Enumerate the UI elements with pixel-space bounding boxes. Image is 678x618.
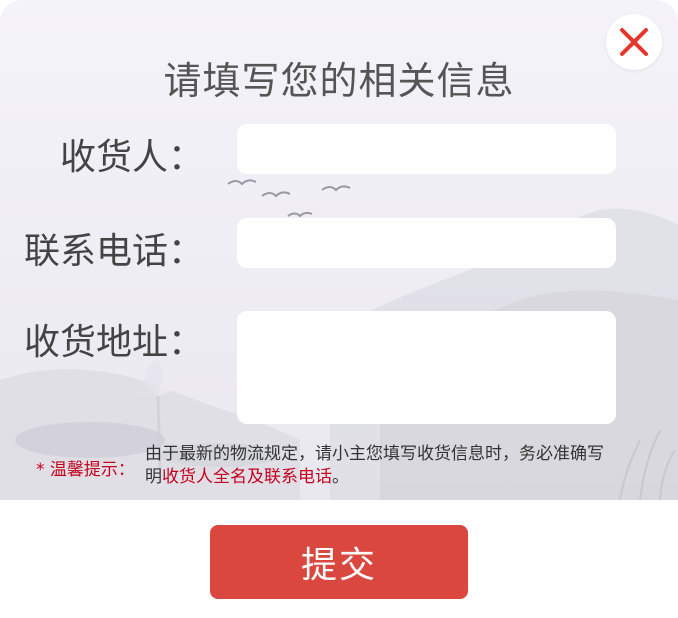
tip-text-highlight: 收货人全名及联系电话 — [162, 467, 332, 487]
tip-text-end: 。 — [332, 467, 349, 487]
address-label: 收货地址： — [23, 322, 204, 363]
address-input[interactable] — [237, 311, 616, 424]
dialog-title: 请填写您的相关信息 — [163, 59, 515, 103]
phone-label: 联系电话： — [23, 231, 204, 272]
tip-text: 由于最新的物流规定，请小主您填写收货信息时，务必准确写明收货人全名及联系电话。 — [145, 443, 615, 489]
form-dialog: 请填写您的相关信息 收货人： 联系电话： 收货地址： * 温馨提示： 由于最新的… — [0, 0, 678, 500]
receiver-input[interactable] — [237, 124, 616, 174]
flying-birds — [227, 179, 351, 218]
tip-label: * 温馨提示： — [36, 460, 135, 480]
submit-button[interactable]: 提交 — [210, 525, 468, 599]
receiver-label: 收货人： — [59, 137, 204, 178]
phone-input[interactable] — [237, 218, 616, 268]
